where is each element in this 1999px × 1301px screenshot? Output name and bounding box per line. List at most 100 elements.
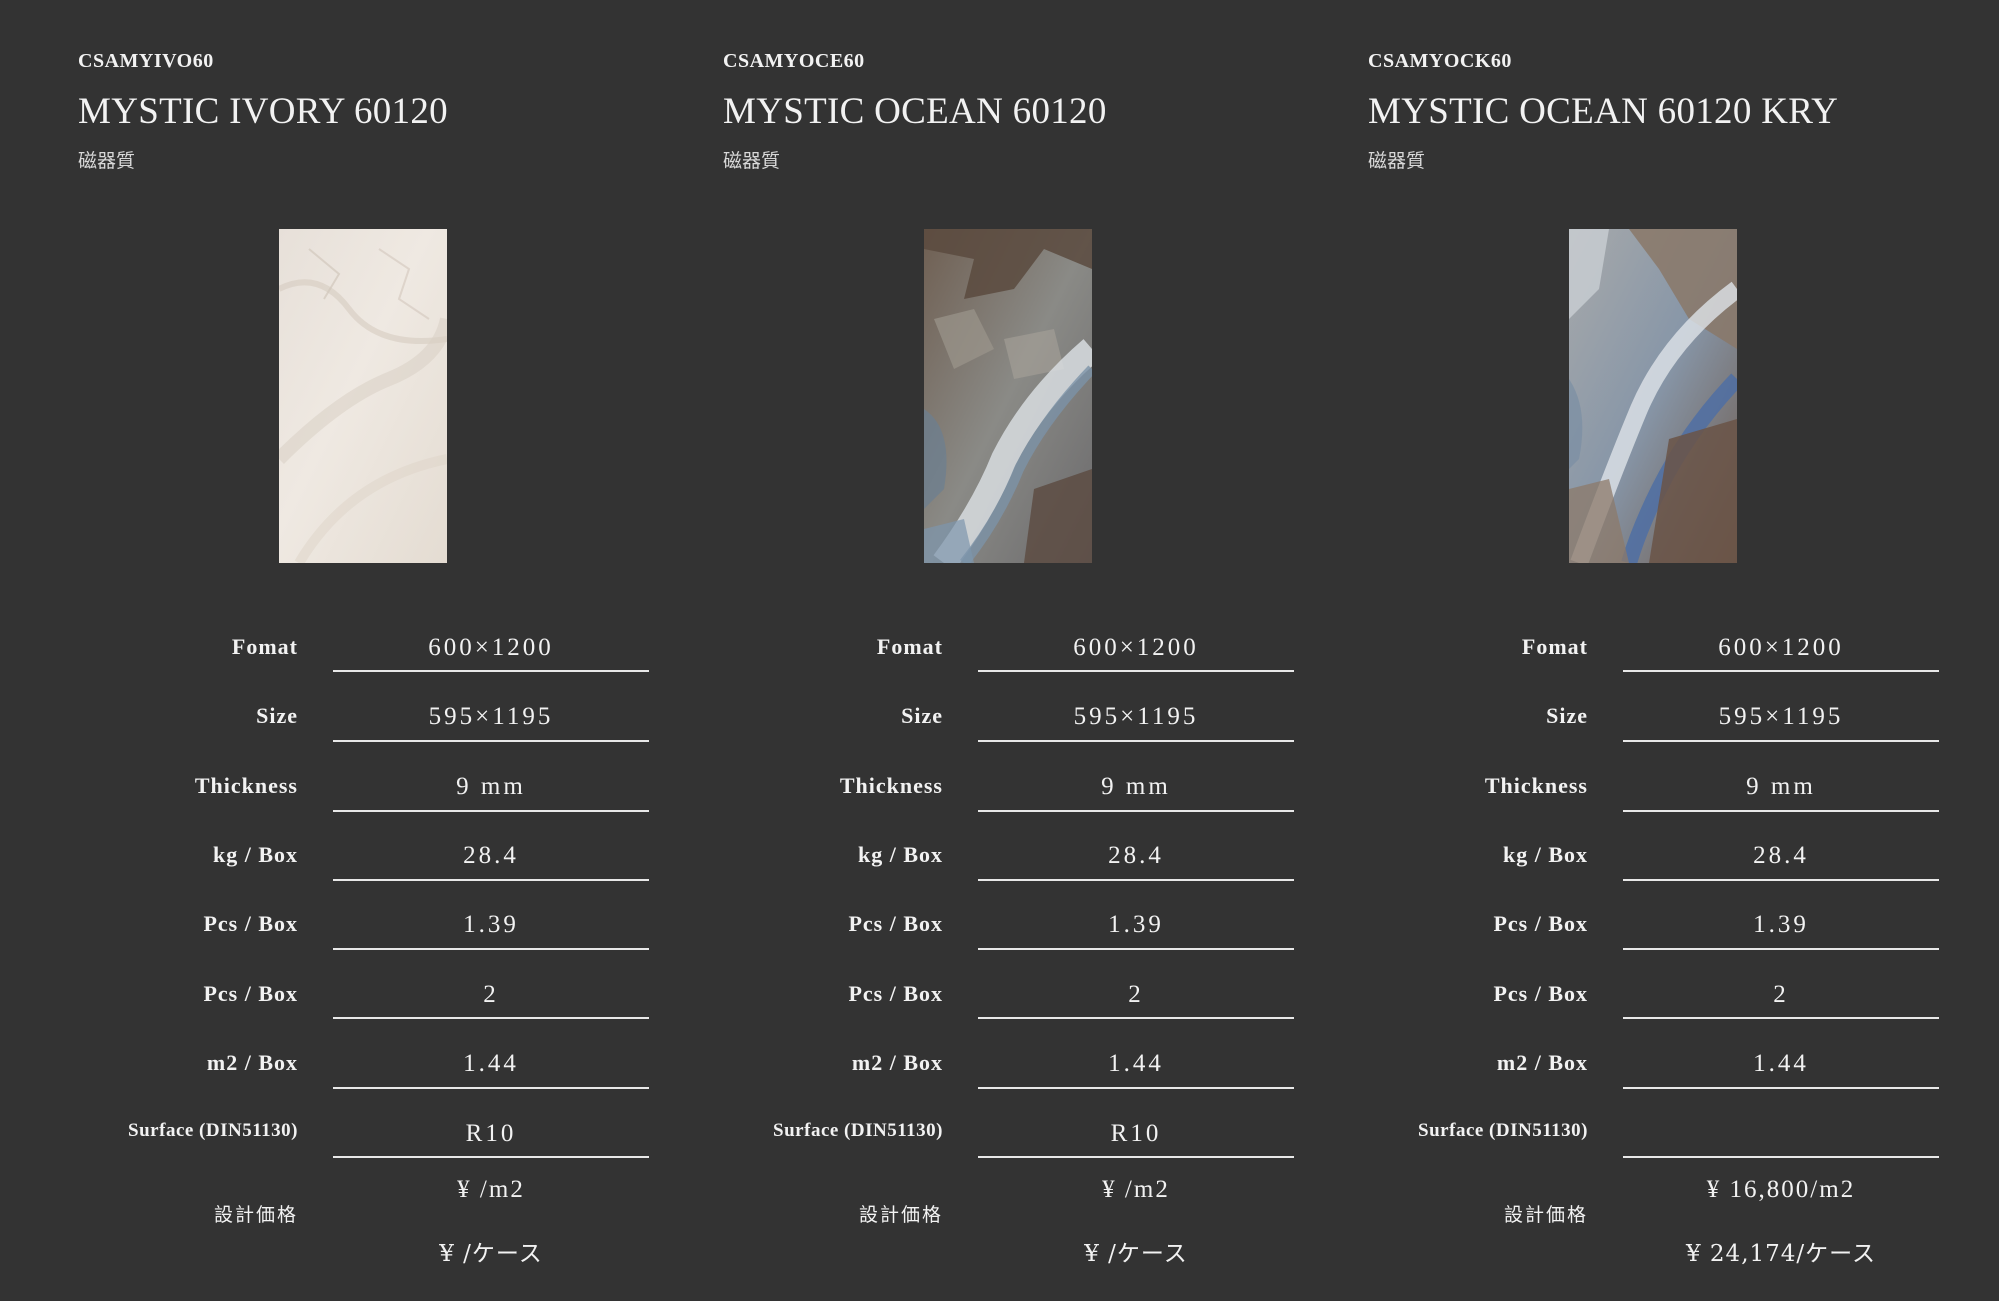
product-card-mystic-ocean-kry: CSAMYOCK60 MYSTIC OCEAN 60120 KRY 磁器質 Fo… [1368,0,1968,1301]
divider [978,740,1294,742]
price-label: 設計価格 [858,1204,943,1226]
spec-row-size: Size 595×1195 [1368,703,1968,773]
spec-row-kg-box: kg / Box 28.4 [1368,842,1968,912]
divider [333,948,649,950]
divider [1623,810,1939,812]
spec-value: 595×1195 [428,703,554,730]
spec-label: Size [1546,703,1588,728]
divider [333,670,649,672]
spec-row-thickness: Thickness 9 mm [723,773,1323,843]
price-per-case: ¥ 24,174/ケース [1623,1234,1939,1268]
spec-label: Pcs / Box [203,911,298,936]
spec-row-m2-box: m2 / Box 1.44 [723,1050,1323,1120]
spec-value: 1.39 [463,911,519,938]
price-label: 設計価格 [1503,1204,1588,1226]
spec-row-size: Size 595×1195 [78,703,678,773]
price-per-case-text: ¥ 24,174/ケース [1685,1241,1877,1267]
spec-value: 600×1200 [428,634,554,661]
spec-value: 28.4 [463,842,519,869]
price-per-case: ¥ /ケース [978,1234,1294,1268]
spec-value: 600×1200 [1718,634,1844,661]
spec-row-pcs-box-2: Pcs / Box 2 [78,981,678,1051]
price-per-case: ¥ /ケース [333,1234,649,1268]
product-code: CSAMYOCE60 [723,50,865,72]
spec-value: 1.44 [463,1050,519,1077]
spec-row-pcs-box: Pcs / Box 1.39 [1368,911,1968,981]
spec-label: Thickness [194,773,298,798]
product-material: 磁器質 [78,150,136,172]
spec-label: m2 / Box [851,1050,943,1075]
spec-label: kg / Box [1502,842,1588,867]
divider [1623,1017,1939,1019]
price-per-m2: ¥ 16,800/m2 [1706,1176,1856,1203]
divider [333,879,649,881]
spec-row-pcs-box-2: Pcs / Box 2 [723,981,1323,1051]
spec-value: R10 [465,1120,517,1147]
tile-image-ivory [279,229,447,563]
spec-value: 1.39 [1108,911,1164,938]
spec-label: Pcs / Box [203,981,298,1006]
spec-value: 9 mm [456,773,526,800]
spec-row-thickness: Thickness 9 mm [78,773,678,843]
spec-row-thickness: Thickness 9 mm [1368,773,1968,843]
product-name: MYSTIC IVORY 60120 [78,91,448,132]
divider [333,1087,649,1089]
spec-label: Thickness [1484,773,1588,798]
price-label: 設計価格 [213,1204,298,1226]
spec-label: Surface (DIN51130) [1418,1120,1588,1141]
price-per-case-text: ¥ /ケース [1084,1241,1188,1267]
spec-label: Pcs / Box [1493,911,1588,936]
spec-value: 1.39 [1753,911,1809,938]
spec-label: Size [256,703,298,728]
spec-value: 595×1195 [1073,703,1199,730]
spec-value: 2 [1773,981,1789,1008]
divider [333,740,649,742]
spec-label: m2 / Box [1496,1050,1588,1075]
product-material: 磁器質 [723,150,781,172]
spec-label: Surface (DIN51130) [773,1120,943,1141]
spec-row-pcs-box: Pcs / Box 1.39 [723,911,1323,981]
divider [1623,1087,1939,1089]
divider [978,1017,1294,1019]
spec-value: 1.44 [1108,1050,1164,1077]
price-per-case-text: ¥ /ケース [439,1241,543,1267]
spec-row-size: Size 595×1195 [723,703,1323,773]
spec-label: kg / Box [212,842,298,867]
spec-value: 2 [483,981,499,1008]
tile-image-ocean-kry [1569,229,1737,563]
spec-value: 595×1195 [1718,703,1844,730]
tile-image-ocean [924,229,1092,563]
divider [978,670,1294,672]
spec-value: 28.4 [1753,842,1809,869]
spec-label: Pcs / Box [1493,981,1588,1006]
divider [1623,670,1939,672]
spec-row-kg-box: kg / Box 28.4 [78,842,678,912]
product-card-mystic-ocean: CSAMYOCE60 MYSTIC OCEAN 60120 磁器質 Fomat … [723,0,1323,1301]
spec-row-pcs-box-2: Pcs / Box 2 [1368,981,1968,1051]
price-per-m2: ¥ /m2 [457,1176,525,1203]
spec-value: 600×1200 [1073,634,1199,661]
price-per-m2: ¥ /m2 [1102,1176,1170,1203]
spec-value: 9 mm [1101,773,1171,800]
spec-row-kg-box: kg / Box 28.4 [723,842,1323,912]
divider [1623,879,1939,881]
spec-value: 28.4 [1108,842,1164,869]
divider [1623,740,1939,742]
divider [333,1156,649,1158]
product-name: MYSTIC OCEAN 60120 [723,91,1107,132]
spec-row-m2-box: m2 / Box 1.44 [78,1050,678,1120]
spec-label: Pcs / Box [848,981,943,1006]
divider [978,810,1294,812]
divider [333,810,649,812]
spec-row-format: Fomat 600×1200 [78,634,678,704]
spec-label: Pcs / Box [848,911,943,936]
spec-value: R10 [1110,1120,1162,1147]
product-name: MYSTIC OCEAN 60120 KRY [1368,91,1839,132]
spec-label: Fomat [876,634,943,659]
spec-row-format: Fomat 600×1200 [1368,634,1968,704]
divider [978,1156,1294,1158]
divider [333,1017,649,1019]
product-code: CSAMYIVO60 [78,50,214,72]
divider [978,948,1294,950]
spec-value: 2 [1128,981,1144,1008]
